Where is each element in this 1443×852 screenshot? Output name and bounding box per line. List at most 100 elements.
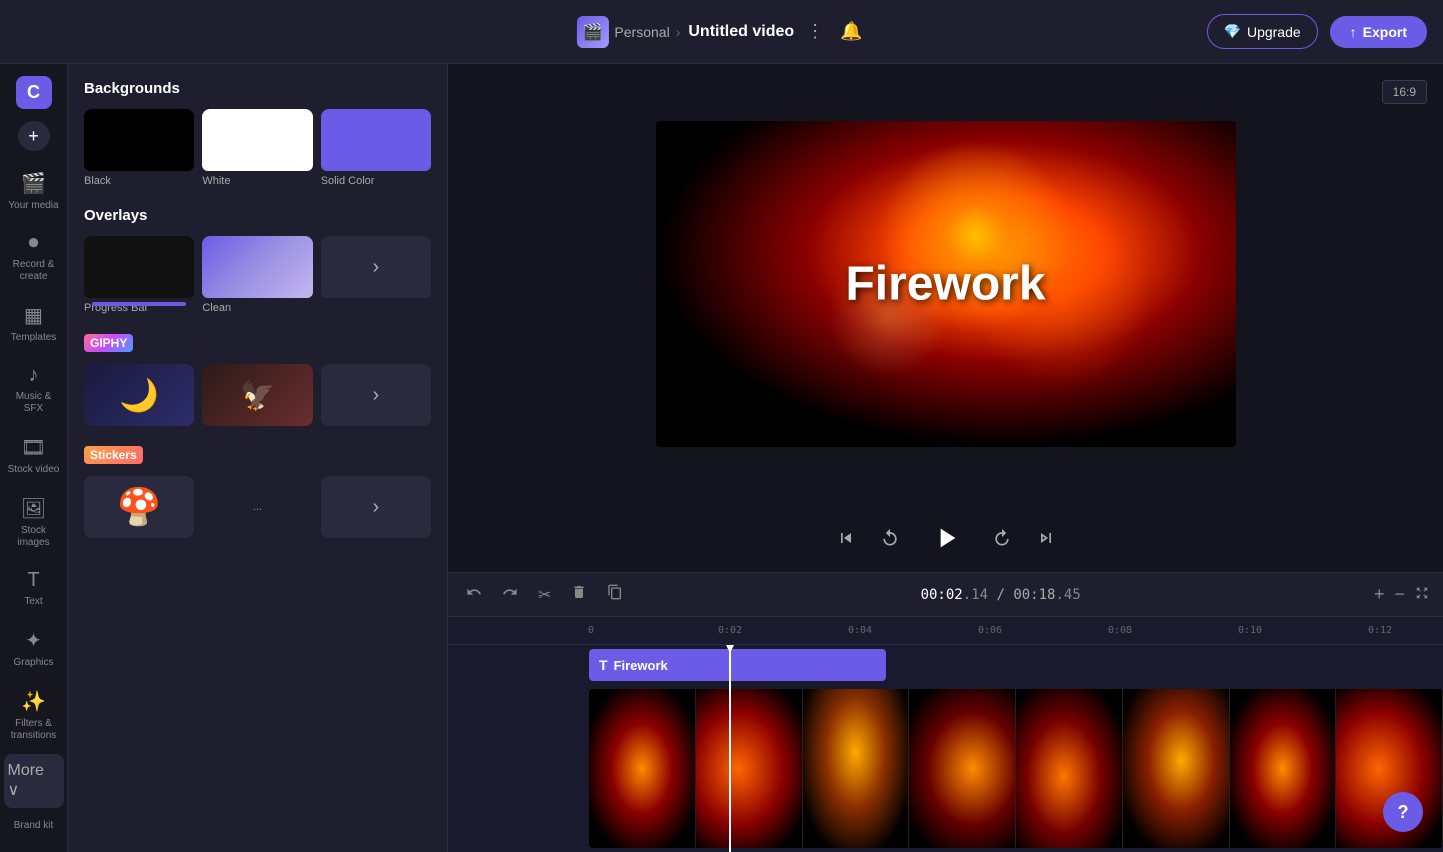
upgrade-icon: 💎 [1224, 23, 1241, 40]
giphy-thumb-2: 🦅 [202, 364, 312, 426]
breadcrumb-workspace[interactable]: Personal [614, 24, 669, 40]
overlay-more[interactable]: › [321, 236, 431, 314]
stickers-badge: Stickers [84, 446, 143, 464]
film-frame-2 [696, 689, 803, 848]
sidebar-item-record[interactable]: ⏺ Record & create [4, 224, 64, 291]
timecode: 00:02.14 / 00:18.45 [921, 587, 1081, 603]
background-solid[interactable]: Solid Color [321, 109, 431, 187]
text-clip[interactable]: T Firework [589, 649, 886, 681]
overlay-progress-bar[interactable]: Progress Bar [84, 236, 194, 314]
sidebar-item-stock-video[interactable]: 🎞 Stock video [4, 427, 64, 484]
sidebar-item-label-templates: Templates [11, 332, 57, 344]
delete-button[interactable] [565, 580, 593, 609]
giphy-item-1[interactable]: 🌙 [84, 364, 194, 426]
text-clip-label: Firework [614, 658, 668, 673]
export-label: Export [1363, 24, 1407, 40]
sticker-more[interactable]: › [321, 476, 431, 538]
sidebar-item-text[interactable]: T Text [4, 561, 64, 616]
timeline-ruler: 0 0:02 0:04 0:06 0:08 0:10 0:12 0:14 [448, 617, 1443, 645]
overlay-clean[interactable]: Clean [202, 236, 312, 314]
forward-button[interactable] [992, 528, 1012, 548]
timecode-total: 00:18.45 [1013, 587, 1080, 603]
sidebar-item-graphics[interactable]: ✦ Graphics [4, 620, 64, 677]
background-black[interactable]: Black [84, 109, 194, 187]
sidebar-item-music[interactable]: ♪ Music & SFX [4, 356, 64, 423]
stickers-header: Stickers [84, 446, 431, 464]
video-title[interactable]: Untitled video [688, 23, 794, 41]
cut-button[interactable]: ✂ [532, 581, 557, 609]
backgrounds-grid: Black White Solid Color [84, 109, 431, 187]
stock-video-icon: 🎞 [21, 435, 46, 460]
timeline-playhead[interactable] [729, 645, 731, 852]
topbar-right: 💎 Upgrade ↑ Export [1207, 14, 1427, 49]
overlays-title: Overlays [84, 207, 431, 224]
sticker-thumb-more: › [321, 476, 431, 538]
export-icon: ↑ [1350, 24, 1357, 40]
skip-to-start-button[interactable] [836, 528, 856, 548]
sidebar-item-stock-images[interactable]: 🖼 Stock images [4, 488, 64, 557]
graphics-icon: ✦ [25, 628, 42, 653]
stock-images-icon: 🖼 [21, 496, 46, 521]
sidebar-item-label-graphics: Graphics [13, 657, 53, 669]
zoom-out-button[interactable]: − [1392, 582, 1407, 607]
sidebar-item-templates[interactable]: ▦ Templates [4, 295, 64, 352]
rewind-button[interactable] [880, 528, 900, 548]
film-frame-6 [1123, 689, 1230, 848]
upgrade-button[interactable]: 💎 Upgrade [1207, 14, 1318, 49]
export-button[interactable]: ↑ Export [1330, 16, 1427, 48]
more-label: More ∨ [8, 762, 60, 800]
skip-to-end-button[interactable] [1036, 528, 1056, 548]
sticker-1[interactable]: 🍄 [84, 476, 194, 538]
video-preview: 16:9 Firework [448, 64, 1443, 504]
video-menu-button[interactable]: ⋮ [802, 17, 828, 46]
stickers-section: Stickers 🍄 ... › [84, 446, 431, 538]
video-track [448, 685, 1443, 852]
record-icon: ⏺ [29, 232, 39, 255]
breadcrumb: 🎬 Personal › [576, 16, 680, 48]
background-black-label: Black [84, 175, 194, 187]
background-white-thumb [202, 109, 312, 171]
film-frame-7 [1230, 689, 1337, 848]
giphy-section: GIPHY 🌙 🦅 › [84, 334, 431, 426]
sidebar-logo: C [16, 76, 52, 109]
clip-button[interactable] [601, 580, 629, 609]
sticker-thumb-2: ... [202, 476, 312, 538]
add-button[interactable]: + [18, 121, 50, 151]
video-clip-strip[interactable] [589, 689, 1443, 848]
ruler-mark-008: 0:08 [1108, 625, 1132, 636]
notifications-button[interactable]: 🔔 [836, 17, 866, 46]
sidebar-item-more[interactable]: More ∨ [4, 754, 64, 808]
zoom-in-button[interactable]: + [1372, 582, 1387, 607]
icon-sidebar: C + 🎬 Your media ⏺ Record & create ▦ Tem… [0, 64, 68, 852]
brand-kit-label: Brand kit [14, 820, 53, 832]
main-layout: C + 🎬 Your media ⏺ Record & create ▦ Tem… [0, 64, 1443, 852]
left-panel: Backgrounds Black White Solid Color Over… [68, 64, 448, 852]
collapse-button[interactable] [1413, 582, 1431, 607]
sidebar-item-brand-kit[interactable]: Brand kit [4, 812, 64, 840]
undo-button[interactable] [460, 580, 488, 609]
play-button[interactable] [924, 516, 968, 560]
redo-button[interactable] [496, 580, 524, 609]
center-area: 16:9 Firework [448, 64, 1443, 852]
sidebar-item-filters[interactable]: ✨ Filters & transitions [4, 681, 64, 750]
sidebar-item-label-stock-images: Stock images [8, 525, 60, 549]
ruler-mark-0: 0 [588, 625, 594, 636]
text-icon: T [27, 569, 39, 592]
backgrounds-title: Backgrounds [84, 80, 431, 97]
music-icon: ♪ [29, 364, 39, 387]
giphy-item-2[interactable]: 🦅 [202, 364, 312, 426]
sticker-2[interactable]: ... [202, 476, 312, 538]
background-white[interactable]: White [202, 109, 312, 187]
sidebar-item-your-media[interactable]: 🎬 Your media [4, 163, 64, 220]
background-black-thumb [84, 109, 194, 171]
text-clip-icon: T [599, 657, 608, 673]
film-frame-4 [909, 689, 1016, 848]
video-text-overlay[interactable]: Firework [845, 257, 1045, 312]
topbar: 🎬 Personal › Untitled video ⋮ 🔔 💎 Upgrad… [0, 0, 1443, 64]
filters-icon: ✨ [21, 689, 46, 714]
help-button[interactable]: ? [1383, 792, 1423, 832]
giphy-item-more[interactable]: › [321, 364, 431, 426]
overlay-clean-label: Clean [202, 302, 312, 314]
sidebar-item-label-music: Music & SFX [8, 391, 60, 415]
sidebar-item-label-record: Record & create [8, 259, 60, 283]
